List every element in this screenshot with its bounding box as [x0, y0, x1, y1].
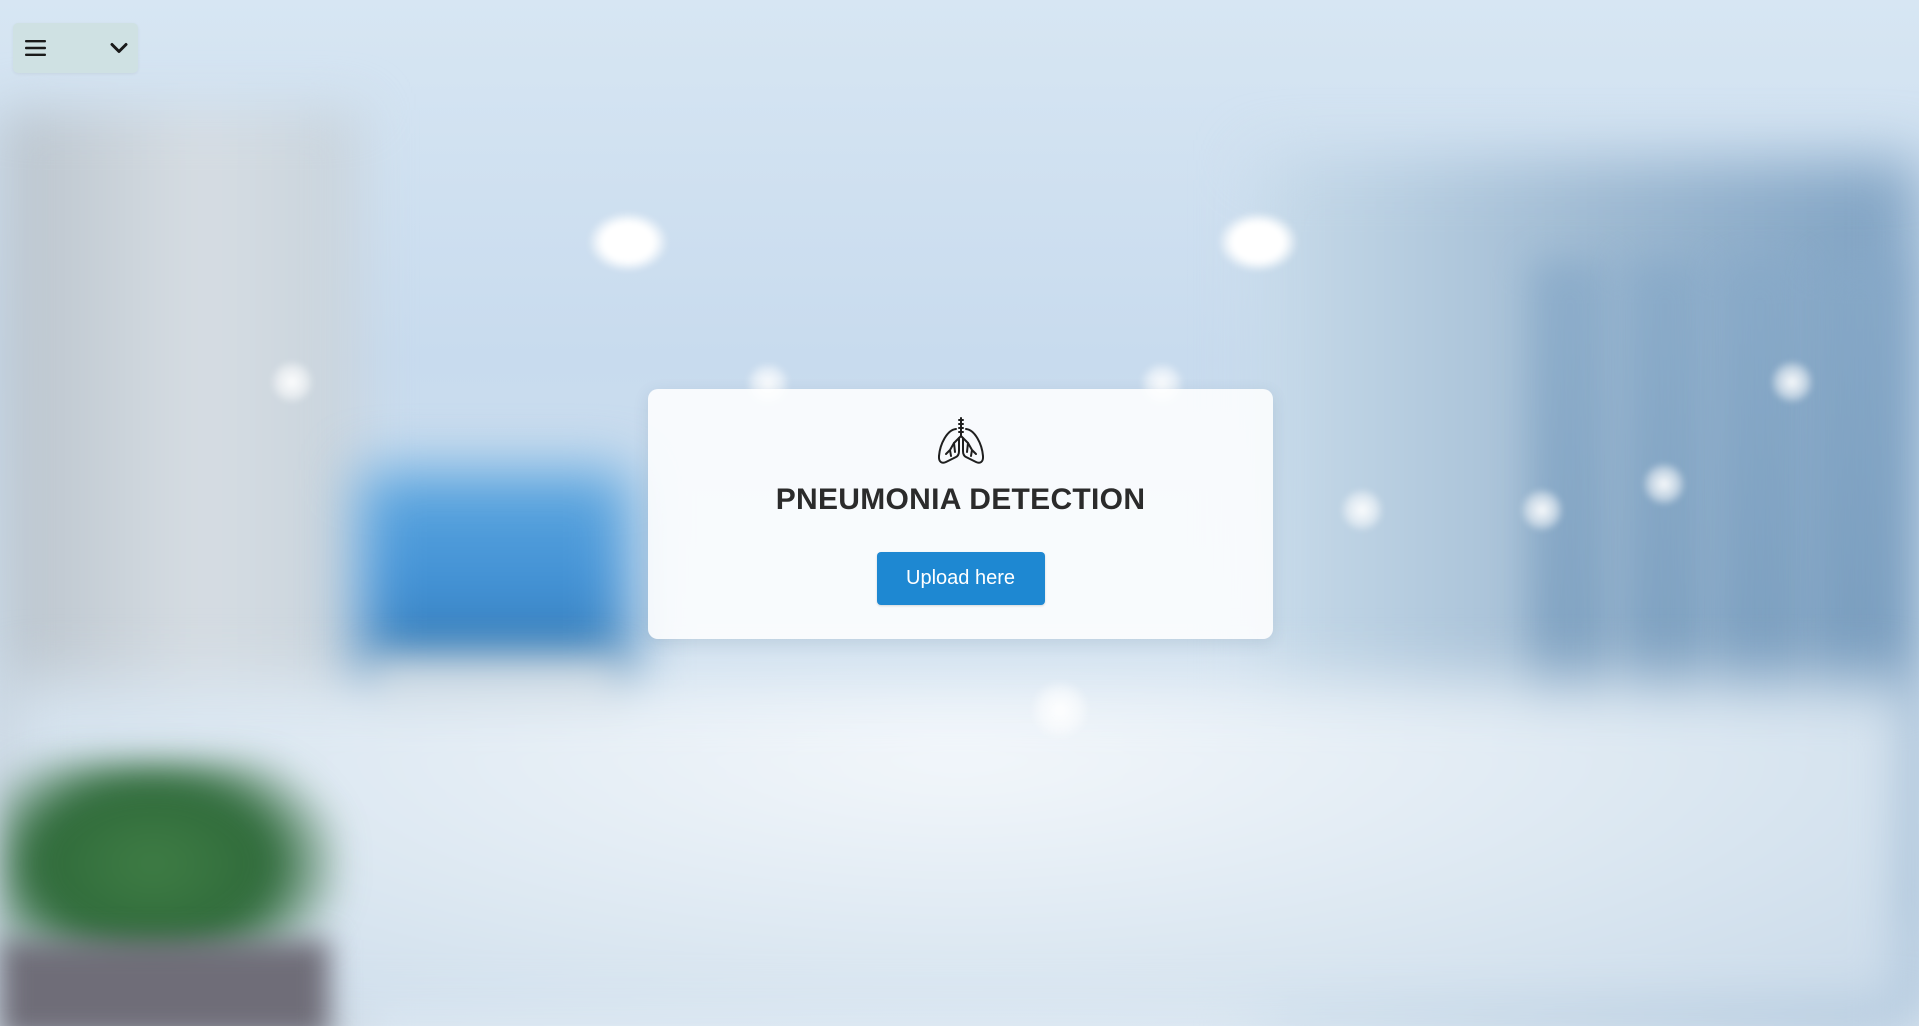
menu-dropdown-button[interactable]	[13, 23, 138, 73]
page: PNEUMONIA DETECTION Upload here	[0, 0, 1919, 1026]
upload-button[interactable]: Upload here	[876, 552, 1045, 605]
upload-card: PNEUMONIA DETECTION Upload here	[648, 389, 1273, 639]
hamburger-menu-icon	[25, 39, 47, 57]
chevron-down-icon	[110, 42, 128, 54]
lungs-icon	[937, 416, 985, 466]
page-title: PNEUMONIA DETECTION	[775, 483, 1146, 516]
